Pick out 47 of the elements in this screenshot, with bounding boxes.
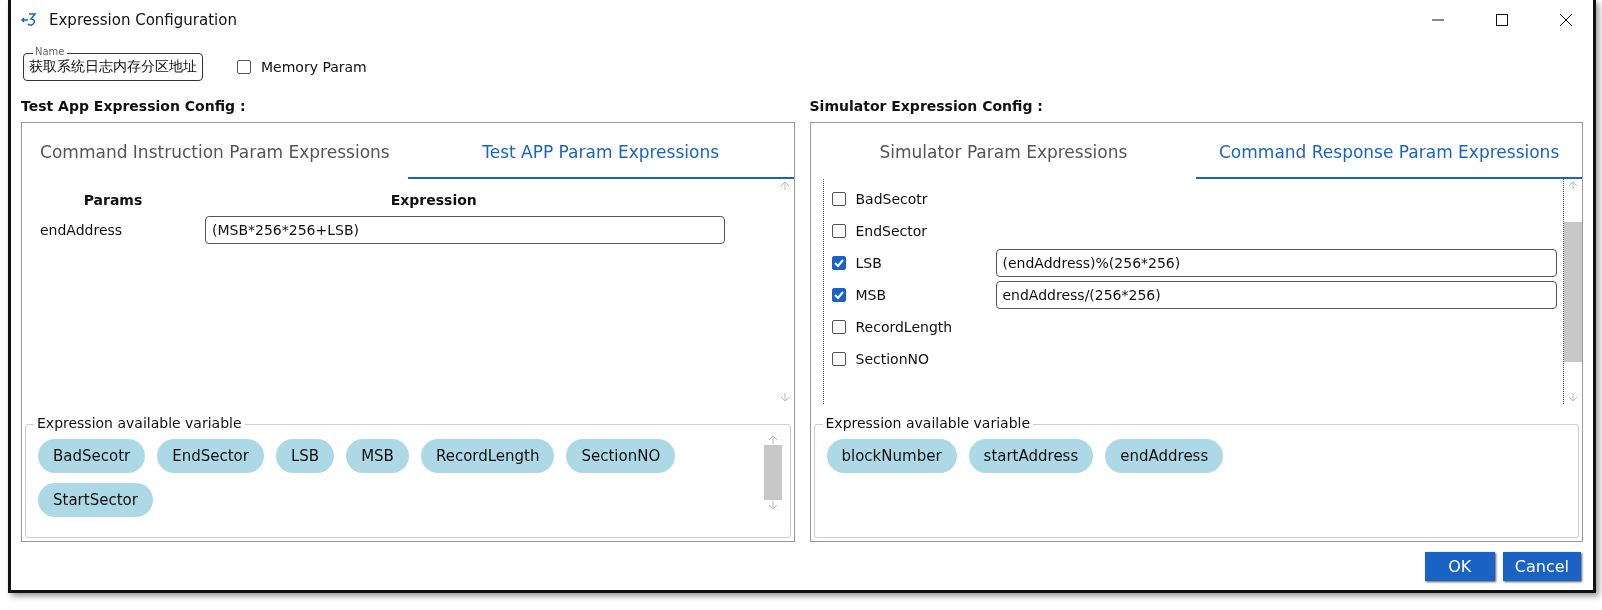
param-name: RecordLength: [855, 319, 954, 335]
variable-chip[interactable]: MSB: [346, 439, 409, 473]
param-name: EndSector: [855, 223, 929, 239]
variable-chip[interactable]: BadSecotr: [38, 439, 146, 473]
expression-field[interactable]: (endAddress)%(256*256): [995, 249, 1557, 277]
checkbox[interactable]: [831, 352, 846, 366]
scroll-down-icon[interactable]: [1568, 392, 1578, 402]
variable-chip[interactable]: endAddress: [1105, 439, 1224, 473]
variable-chip[interactable]: RecordLength: [420, 439, 555, 473]
checkbox[interactable]: [831, 288, 846, 302]
param-name: SectionNO: [855, 351, 930, 367]
group-title: Expression available variable: [34, 415, 245, 431]
param-name: MSB: [855, 287, 888, 303]
window-title: Expression Configuration: [49, 11, 238, 29]
variable-chip[interactable]: blockNumber: [826, 439, 957, 473]
checkbox[interactable]: [237, 60, 251, 74]
scroll-down-icon[interactable]: [767, 500, 778, 510]
section-heading: Simulator Expression Config :: [809, 98, 1044, 116]
expression-field[interactable]: (MSB*256*256+LSB): [205, 216, 725, 244]
checkbox[interactable]: [831, 192, 846, 206]
variable-chip[interactable]: EndSector: [157, 439, 264, 473]
scrollbar-thumb[interactable]: [1564, 221, 1582, 362]
field-label: Name: [33, 46, 67, 58]
checkbox[interactable]: [831, 320, 846, 334]
dialog-button[interactable]: OK: [1424, 552, 1495, 581]
group-title: Expression available variable: [822, 415, 1034, 431]
column-header: Params: [82, 192, 144, 208]
variable-chip[interactable]: LSB: [275, 439, 335, 473]
param-name: endAddress: [39, 222, 124, 238]
scroll-up-icon[interactable]: [767, 435, 778, 445]
param-name: LSB: [855, 255, 883, 271]
checkbox-label: Memory Param: [261, 59, 367, 75]
expression-field[interactable]: endAddress/(256*256): [995, 281, 1557, 309]
variable-chip[interactable]: startAddress: [968, 439, 1094, 473]
variable-chip[interactable]: SectionNO: [566, 439, 676, 473]
scrollbar-thumb[interactable]: [763, 445, 782, 500]
scroll-up-icon[interactable]: [1568, 181, 1578, 191]
variable-chip[interactable]: StartSector: [38, 483, 153, 517]
checkbox[interactable]: [831, 224, 846, 238]
param-name: BadSecotr: [855, 191, 929, 207]
scroll-up-icon[interactable]: [779, 181, 790, 191]
scroll-down-icon[interactable]: [779, 392, 790, 402]
dialog-button[interactable]: Cancel: [1502, 552, 1581, 581]
section-heading: Test App Expression Config :: [21, 98, 247, 116]
app-logo-icon: [21, 12, 39, 28]
checkbox[interactable]: [831, 256, 846, 270]
column-header: Expression: [389, 192, 478, 208]
